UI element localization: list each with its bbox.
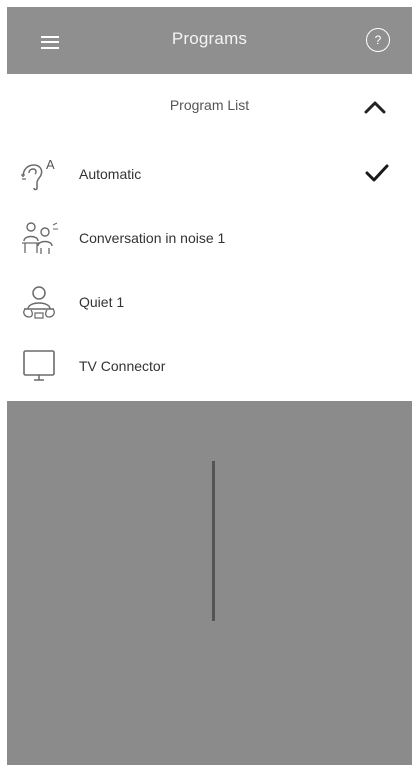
svg-text:A: A (46, 157, 55, 172)
program-item-quiet[interactable]: Quiet 1 (7, 270, 412, 334)
top-bar: Programs ? (7, 7, 412, 74)
program-list-panel: Program List A Automatic Conversation in… (7, 74, 412, 401)
program-item-tv-connector[interactable]: TV Connector (7, 334, 412, 398)
tv-connector-icon (23, 350, 55, 381)
dimmed-background-overlay[interactable] (7, 401, 412, 765)
page-title: Programs (171, 29, 248, 48)
program-label: Quiet 1 (79, 294, 125, 310)
program-label: Conversation in noise 1 (79, 230, 226, 246)
app-frame: Programs ? Program List A Automatic Conv… (7, 7, 412, 765)
program-item-conversation-in-noise[interactable]: Conversation in noise 1 (7, 206, 412, 270)
program-list-label: Program List (169, 97, 250, 113)
program-label: Automatic (79, 166, 142, 182)
program-list-header[interactable]: Program List (7, 74, 412, 142)
background-slider-track (212, 461, 215, 621)
program-label: TV Connector (79, 358, 166, 374)
checkmark-icon (365, 164, 389, 182)
quiet-program-icon (23, 286, 55, 319)
conversation-in-noise-icon (22, 222, 58, 254)
help-icon[interactable]: ? (366, 28, 390, 52)
chevron-up-icon[interactable] (362, 96, 388, 118)
automatic-program-icon: A (21, 157, 55, 191)
program-item-automatic[interactable]: A Automatic (7, 142, 412, 206)
